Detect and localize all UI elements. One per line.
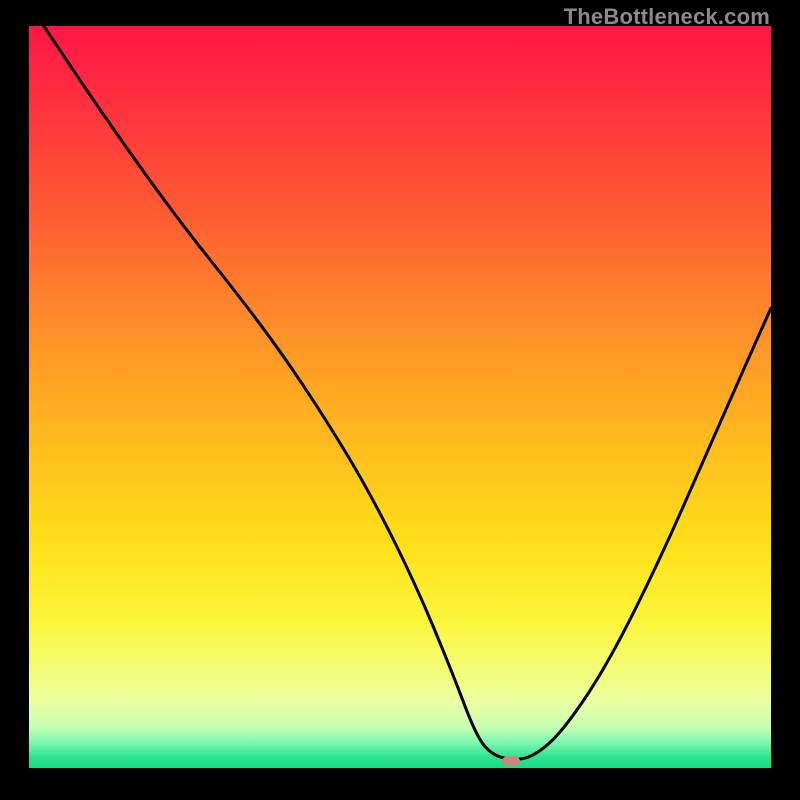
watermark-text: TheBottleneck.com [564,4,770,30]
optimal-marker [502,756,520,765]
bottleneck-curve [29,26,771,768]
plot-area [29,26,771,768]
